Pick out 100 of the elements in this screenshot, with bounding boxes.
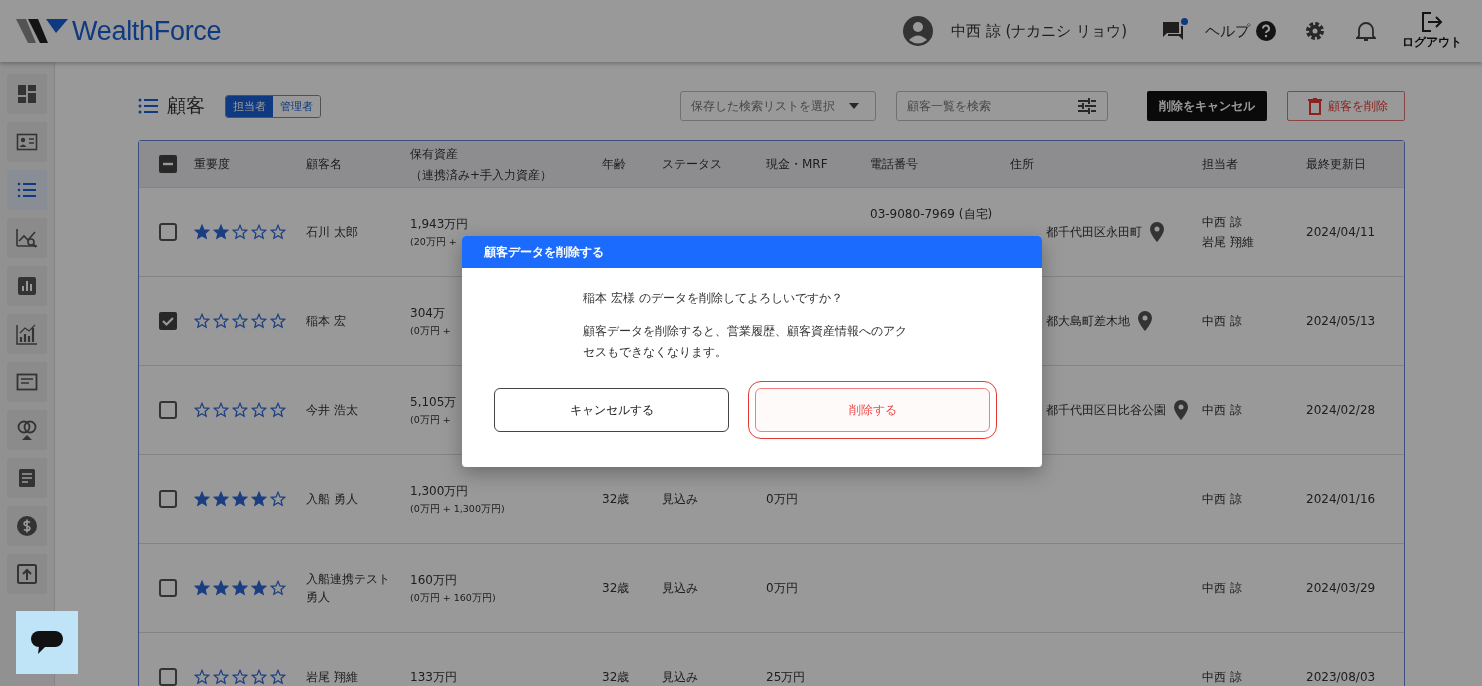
cancel-delete-button[interactable]: 削除をキャンセル	[1147, 91, 1267, 121]
column-header: 住所	[1010, 156, 1034, 173]
manager-name: 岩尾 翔維	[1202, 233, 1254, 251]
upload-icon	[16, 563, 38, 585]
profile-icon	[16, 131, 38, 153]
importance-stars[interactable]	[194, 313, 286, 329]
filled-star-icon	[194, 224, 210, 240]
column-header: 現金・MRF	[766, 156, 828, 173]
customer-name: 石川 太郎	[306, 224, 358, 241]
filled-star-icon	[194, 491, 210, 507]
manager-name: 中西 諒	[1202, 312, 1242, 330]
document-icon	[16, 467, 38, 489]
updated-date: 2024/04/11	[1306, 225, 1376, 239]
user-name: 中西 諒 (ナカニシ リョウ)	[951, 21, 1127, 41]
row-checkbox[interactable]	[158, 312, 177, 330]
column-header: 担当者	[1202, 156, 1238, 173]
empty-star-icon	[270, 580, 286, 596]
row-checkbox[interactable]	[158, 490, 177, 508]
rings-icon	[16, 419, 38, 441]
assets-breakdown: (0万円 +	[410, 324, 451, 338]
help-icon	[1256, 21, 1276, 41]
empty-star-icon	[213, 669, 229, 685]
importance-stars[interactable]	[194, 491, 286, 507]
sidebar-item[interactable]	[7, 74, 47, 114]
map-pin-icon[interactable]	[1174, 400, 1188, 420]
updated-date: 2024/05/13	[1306, 314, 1376, 328]
table-row[interactable]: 入船連携テスト勇人 160万円 (0万円 + 160万円) 32歳 見込み 0万円 中西 諒 2024/03/29	[139, 543, 1404, 632]
column-header: 保有資産	[410, 145, 458, 163]
sidebar-item[interactable]	[7, 362, 47, 402]
map-pin-icon[interactable]	[1138, 311, 1152, 331]
row-checkbox[interactable]	[158, 401, 177, 419]
customer-search-field[interactable]: 顧客一覧を検索	[896, 91, 1108, 121]
manager-name: 中西 諒	[1202, 579, 1242, 597]
customer-name: 入船 勇人	[306, 491, 358, 508]
empty-star-icon	[270, 224, 286, 240]
delete-customer-button[interactable]: 顧客を削除	[1287, 91, 1405, 121]
importance-stars[interactable]	[194, 224, 286, 240]
saved-search-dropdown[interactable]: 保存した検索リストを選択	[680, 91, 876, 121]
cash-cell: 0万円	[766, 579, 798, 597]
empty-star-icon	[194, 669, 210, 685]
trash-icon	[1308, 97, 1322, 115]
manager-name: 中西 諒	[1202, 490, 1242, 508]
scope-tab[interactable]: 担当者	[226, 95, 273, 117]
sidebar-item[interactable]	[7, 170, 47, 210]
filter-sliders-icon	[1078, 98, 1096, 114]
column-header: 年齢	[602, 156, 626, 173]
window-icon	[16, 371, 38, 393]
filled-star-icon	[232, 491, 248, 507]
select-all-checkbox[interactable]	[158, 155, 177, 173]
age-cell: 32歳	[602, 490, 630, 508]
row-checkbox[interactable]	[158, 579, 177, 597]
logo-icon	[16, 17, 68, 45]
manager-name: 中西 諒	[1202, 401, 1242, 419]
empty-star-icon	[213, 402, 229, 418]
sidebar-item[interactable]	[7, 410, 47, 450]
row-checkbox[interactable]	[158, 668, 177, 686]
cancel-button[interactable]: キャンセルする	[494, 388, 729, 432]
logo-text: WealthForce	[72, 15, 222, 47]
empty-star-icon	[270, 491, 286, 507]
help-button[interactable]: ヘルプ	[1205, 21, 1276, 41]
column-header: ステータス	[662, 156, 722, 173]
importance-stars[interactable]	[194, 669, 286, 685]
assets-total: 160万円	[410, 571, 457, 589]
cash-cell: 25万円	[766, 668, 806, 686]
importance-stars[interactable]	[194, 580, 286, 596]
column-header: 電話番号	[870, 156, 918, 173]
map-pin-icon[interactable]	[1150, 222, 1164, 242]
dialog-question: 稲本 宏様 のデータを削除してよろしいですか？	[583, 290, 844, 307]
sidebar-item[interactable]	[7, 554, 47, 594]
assets-breakdown: (20万円 +	[410, 235, 457, 249]
customer-name: 今井 浩太	[306, 402, 358, 419]
table-row[interactable]: 岩尾 翔維 133万円 32歳 見込み 25万円 中西 諒 2023/08/03	[139, 632, 1404, 686]
empty-star-icon	[194, 402, 210, 418]
sidebar-item[interactable]	[7, 266, 47, 306]
filled-star-icon	[232, 580, 248, 596]
sidebar-item[interactable]	[7, 122, 47, 162]
assets-breakdown: (0万円 + 160万円)	[410, 591, 496, 605]
empty-star-icon	[251, 669, 267, 685]
empty-star-icon	[251, 313, 267, 329]
customer-name: 入船連携テスト勇人	[306, 571, 391, 606]
updated-date: 2023/08/03	[1306, 670, 1376, 684]
logout-button[interactable]: ログアウト	[1402, 11, 1462, 51]
user-avatar-icon	[903, 16, 933, 46]
dialog-title: 顧客データを削除する	[462, 236, 1042, 268]
sidebar-item[interactable]	[7, 458, 47, 498]
column-header: 顧客名	[306, 156, 342, 173]
updated-date: 2024/03/29	[1306, 581, 1376, 595]
row-checkbox[interactable]	[158, 223, 177, 241]
importance-stars[interactable]	[194, 402, 286, 418]
chat-button[interactable]	[16, 611, 78, 674]
empty-star-icon	[251, 402, 267, 418]
assets-breakdown: (0万円 + 1,300万円)	[410, 502, 505, 516]
empty-star-icon	[270, 402, 286, 418]
sidebar-item[interactable]	[7, 218, 47, 258]
status-cell: 見込み	[662, 579, 698, 597]
age-cell: 32歳	[602, 668, 630, 686]
sidebar-item[interactable]	[7, 506, 47, 546]
dollar-icon	[16, 515, 38, 537]
assets-total: 304万	[410, 304, 445, 322]
sidebar-item[interactable]	[7, 314, 47, 354]
